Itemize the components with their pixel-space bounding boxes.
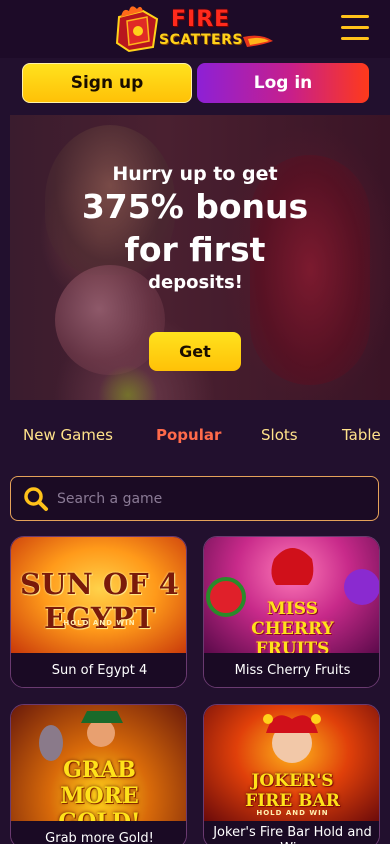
game-art-subtitle: HOLD AND WIN (256, 809, 329, 817)
game-art-title: MISS CHERRY FRUITS (251, 599, 334, 653)
tab-slots[interactable]: Slots (261, 426, 298, 444)
banner-headline-2: 375% bonus (81, 187, 309, 226)
game-category-tabs: New Games Popular Slots Table (0, 420, 390, 452)
game-name: Grab more Gold! (11, 821, 186, 844)
tab-popular[interactable]: Popular (156, 426, 221, 444)
get-bonus-button[interactable]: Get (149, 332, 241, 371)
tab-table[interactable]: Table (342, 426, 381, 444)
game-card-grab-more-gold[interactable]: GRAB MORE GOLD! Grab more Gold! (10, 704, 187, 844)
game-thumbnail: SUN OF 4 EGYPT HOLD AND WIN (11, 537, 186, 653)
logo-text-scatters: SCATTERS (159, 32, 243, 48)
tab-new-games[interactable]: New Games (23, 426, 113, 444)
search-icon (24, 487, 48, 511)
game-thumbnail: MISS CHERRY FRUITS (204, 537, 379, 653)
game-search-box (10, 476, 379, 521)
game-name: Sun of Egypt 4 (11, 653, 186, 687)
banner-headline-4: deposits! (148, 272, 243, 293)
game-card-jokers-fire-bar[interactable]: JOKER'S FIRE BAR HOLD AND WIN Joker's Fi… (203, 704, 380, 844)
game-name: Miss Cherry Fruits (204, 653, 379, 687)
game-thumbnail: GRAB MORE GOLD! (11, 705, 186, 821)
game-art-subtitle: HOLD AND WIN (63, 619, 136, 627)
search-input[interactable] (57, 477, 367, 520)
fire-scatters-logo[interactable]: FIRE SCATTERS (113, 5, 275, 53)
banner-headline-3: for first (124, 230, 266, 269)
hamburger-icon (341, 15, 369, 18)
logo-text-fire: FIRE (171, 7, 231, 32)
game-art-title: JOKER'S FIRE BAR (245, 771, 340, 811)
game-name: Joker's Fire Bar Hold and Win (204, 821, 379, 844)
game-art-title: GRAB MORE GOLD! (58, 757, 140, 821)
game-card-miss-cherry-fruits[interactable]: MISS CHERRY FRUITS Miss Cherry Fruits (203, 536, 380, 688)
log-in-button[interactable]: Log in (197, 63, 369, 103)
top-header: FIRE SCATTERS (0, 0, 390, 58)
auth-buttons: Sign up Log in (22, 63, 369, 103)
game-thumbnail: JOKER'S FIRE BAR HOLD AND WIN (204, 705, 379, 821)
sign-up-button[interactable]: Sign up (22, 63, 192, 103)
hamburger-menu-button[interactable] (339, 12, 373, 44)
game-card-sun-of-egypt-4[interactable]: SUN OF 4 EGYPT HOLD AND WIN Sun of Egypt… (10, 536, 187, 688)
promo-banner: Hurry up to get 375% bonus for first dep… (10, 115, 390, 400)
banner-headline-1: Hurry up to get (112, 163, 278, 185)
